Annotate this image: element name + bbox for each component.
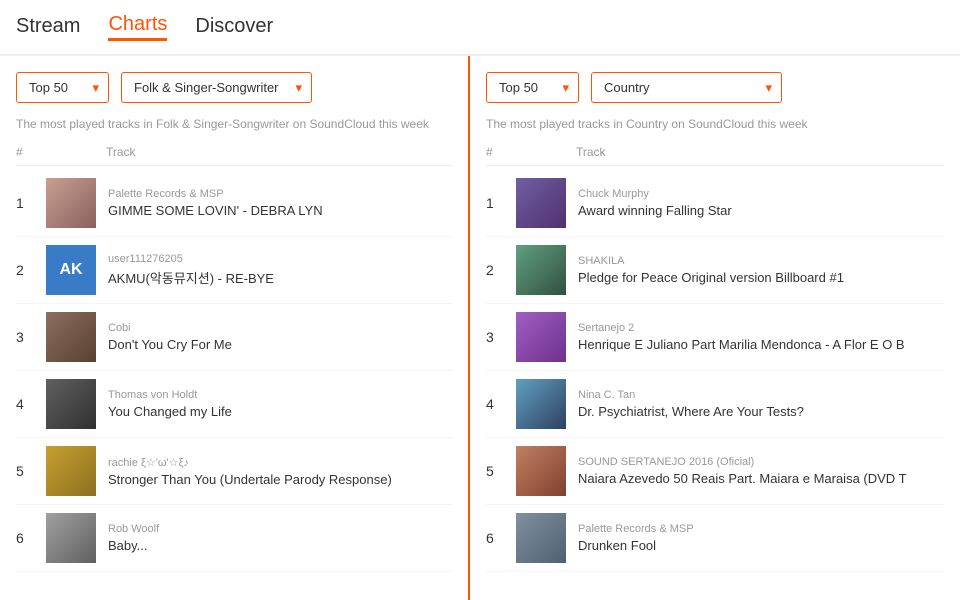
track-rank: 2: [16, 262, 46, 278]
track-thumbnail: [46, 446, 96, 496]
track-rank: 4: [16, 396, 46, 412]
track-thumbnail: [516, 446, 566, 496]
track-row[interactable]: 6 Rob Woolf Baby...: [16, 505, 452, 572]
track-info: Rob Woolf Baby...: [96, 523, 452, 553]
track-thumbnail: [516, 513, 566, 563]
track-title: Pledge for Peace Original version Billbo…: [578, 270, 944, 285]
track-row[interactable]: 3 Cobi Don't You Cry For Me: [16, 304, 452, 371]
track-rank: 5: [486, 463, 516, 479]
right-header-num: #: [486, 145, 516, 159]
track-artist: Cobi: [108, 322, 452, 334]
track-row[interactable]: 5 rachie ξ☆'ω'☆ξ♪ Stronger Than You (Und…: [16, 438, 452, 505]
track-artist: Palette Records & MSP: [578, 523, 944, 535]
right-chart-type-wrapper: Top 50 Top 10 Top 100: [486, 72, 579, 103]
track-info: Chuck Murphy Award winning Falling Star: [566, 188, 944, 218]
track-thumbnail: [516, 178, 566, 228]
track-info: Palette Records & MSP GIMME SOME LOVIN' …: [96, 188, 452, 218]
track-info: Sertanejo 2 Henrique E Juliano Part Mari…: [566, 322, 944, 352]
track-title: You Changed my Life: [108, 404, 452, 419]
track-title: Henrique E Juliano Part Marilia Mendonca…: [578, 337, 944, 352]
track-artist: rachie ξ☆'ω'☆ξ♪: [108, 456, 452, 469]
track-artist: user111276205: [108, 253, 452, 265]
track-thumbnail: [46, 178, 96, 228]
track-rank: 3: [16, 329, 46, 345]
left-panel: Top 50 Top 10 Top 100 Folk & Singer-Song…: [0, 56, 470, 600]
right-subtitle: The most played tracks in Country on Sou…: [486, 117, 944, 131]
track-info: Cobi Don't You Cry For Me: [96, 322, 452, 352]
track-rank: 6: [486, 530, 516, 546]
right-genre-wrapper: Country Pop Rock Electronic Hip-Hop Folk…: [591, 72, 782, 103]
track-rank: 6: [16, 530, 46, 546]
track-row[interactable]: 2 SHAKILA Pledge for Peace Original vers…: [486, 237, 944, 304]
track-info: user111276205 AKMU(악동뮤지션) - RE-BYE: [96, 253, 452, 287]
track-rank: 2: [486, 262, 516, 278]
track-info: Palette Records & MSP Drunken Fool: [566, 523, 944, 553]
track-thumbnail: [516, 312, 566, 362]
top-navigation: Stream Charts Discover: [0, 0, 960, 56]
track-artist: Palette Records & MSP: [108, 188, 452, 200]
track-title: Don't You Cry For Me: [108, 337, 452, 352]
nav-stream[interactable]: Stream: [16, 15, 80, 40]
left-chart-type-wrapper: Top 50 Top 10 Top 100: [16, 72, 109, 103]
right-chart-type-select[interactable]: Top 50 Top 10 Top 100: [486, 72, 579, 103]
right-track-list-header: # Track: [486, 145, 944, 166]
track-row[interactable]: 1 Chuck Murphy Award winning Falling Sta…: [486, 170, 944, 237]
track-row[interactable]: 4 Nina C. Tan Dr. Psychiatrist, Where Ar…: [486, 371, 944, 438]
left-track-list: 1 Palette Records & MSP GIMME SOME LOVIN…: [16, 170, 452, 572]
nav-charts[interactable]: Charts: [108, 13, 167, 41]
track-rank: 4: [486, 396, 516, 412]
track-artist: SOUND SERTANEJO 2016 (Oficial): [578, 456, 944, 468]
track-title: AKMU(악동뮤지션) - RE-BYE: [108, 268, 452, 287]
right-filters: Top 50 Top 10 Top 100 Country Pop Rock E…: [486, 72, 944, 103]
track-info: SOUND SERTANEJO 2016 (Oficial) Naiara Az…: [566, 456, 944, 486]
track-artist: Chuck Murphy: [578, 188, 944, 200]
track-artist: Thomas von Holdt: [108, 389, 452, 401]
right-panel: Top 50 Top 10 Top 100 Country Pop Rock E…: [470, 56, 960, 600]
track-rank: 1: [486, 195, 516, 211]
track-title: Baby...: [108, 538, 452, 553]
track-artist: Sertanejo 2: [578, 322, 944, 334]
left-genre-select[interactable]: Folk & Singer-Songwriter Pop Rock Electr…: [121, 72, 312, 103]
track-rank: 5: [16, 463, 46, 479]
track-info: Thomas von Holdt You Changed my Life: [96, 389, 452, 419]
track-title: Naiara Azevedo 50 Reais Part. Maiara e M…: [578, 471, 944, 486]
right-header-track: Track: [566, 145, 944, 159]
track-info: SHAKILA Pledge for Peace Original versio…: [566, 255, 944, 285]
track-row[interactable]: 3 Sertanejo 2 Henrique E Juliano Part Ma…: [486, 304, 944, 371]
track-thumbnail: [516, 245, 566, 295]
track-title: GIMME SOME LOVIN' - DEBRA LYN: [108, 203, 452, 218]
left-filters: Top 50 Top 10 Top 100 Folk & Singer-Song…: [16, 72, 452, 103]
track-info: rachie ξ☆'ω'☆ξ♪ Stronger Than You (Under…: [96, 456, 452, 487]
track-thumbnail: [46, 379, 96, 429]
track-row[interactable]: 6 Palette Records & MSP Drunken Fool: [486, 505, 944, 572]
track-title: Award winning Falling Star: [578, 203, 944, 218]
left-chart-type-select[interactable]: Top 50 Top 10 Top 100: [16, 72, 109, 103]
track-rank: 3: [486, 329, 516, 345]
content-area: Top 50 Top 10 Top 100 Folk & Singer-Song…: [0, 56, 960, 600]
track-thumbnail: [46, 513, 96, 563]
left-track-list-header: # Track: [16, 145, 452, 166]
track-rank: 1: [16, 195, 46, 211]
track-title: Drunken Fool: [578, 538, 944, 553]
left-subtitle: The most played tracks in Folk & Singer-…: [16, 117, 452, 131]
right-genre-select[interactable]: Country Pop Rock Electronic Hip-Hop Folk…: [591, 72, 782, 103]
track-row[interactable]: 4 Thomas von Holdt You Changed my Life: [16, 371, 452, 438]
nav-discover[interactable]: Discover: [195, 15, 273, 40]
left-header-track: Track: [96, 145, 452, 159]
track-row[interactable]: 5 SOUND SERTANEJO 2016 (Oficial) Naiara …: [486, 438, 944, 505]
track-thumbnail: [516, 379, 566, 429]
track-artist: SHAKILA: [578, 255, 944, 267]
track-title: Dr. Psychiatrist, Where Are Your Tests?: [578, 404, 944, 419]
track-row[interactable]: 1 Palette Records & MSP GIMME SOME LOVIN…: [16, 170, 452, 237]
left-genre-wrapper: Folk & Singer-Songwriter Pop Rock Electr…: [121, 72, 312, 103]
track-thumbnail: [46, 312, 96, 362]
track-info: Nina C. Tan Dr. Psychiatrist, Where Are …: [566, 389, 944, 419]
right-track-list: 1 Chuck Murphy Award winning Falling Sta…: [486, 170, 944, 572]
track-title: Stronger Than You (Undertale Parody Resp…: [108, 472, 452, 487]
track-artist: Nina C. Tan: [578, 389, 944, 401]
track-thumbnail: AK: [46, 245, 96, 295]
left-header-num: #: [16, 145, 46, 159]
track-row[interactable]: 2 AK user111276205 AKMU(악동뮤지션) - RE-BYE: [16, 237, 452, 304]
track-artist: Rob Woolf: [108, 523, 452, 535]
